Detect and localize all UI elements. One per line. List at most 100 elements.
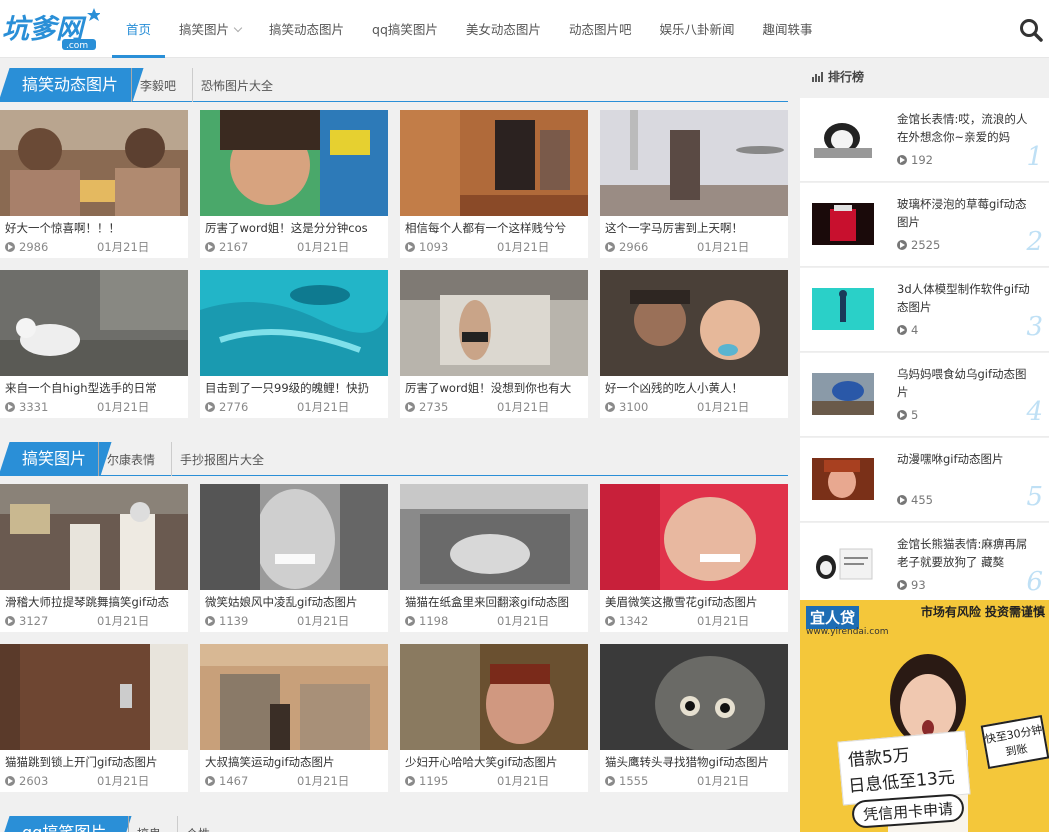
nav-qq-funny[interactable]: qq搞笑图片 xyxy=(358,0,452,58)
gif-card[interactable]: 猫猫在纸盒里来回翻滚gif动态图 1198 01月21日 xyxy=(400,484,588,632)
gif-card[interactable]: 微笑姑娘风中凌乱gif动态图片 1139 01月21日 xyxy=(200,484,388,632)
rank-number: 3 xyxy=(1026,312,1043,342)
play-icon xyxy=(5,616,15,626)
gif-card[interactable]: 好大一个惊喜啊！！！ 2986 01月21日 xyxy=(0,110,188,258)
play-icon xyxy=(405,242,415,252)
nav-gif-bar[interactable]: 动态图片吧 xyxy=(555,0,646,58)
post-date: 01月21日 xyxy=(97,400,150,414)
section-link[interactable]: 恐怖图片大全 xyxy=(192,68,281,102)
rank-title: 乌妈妈喂食幼乌gif动态图片 xyxy=(897,367,1027,399)
chevron-down-icon xyxy=(233,23,243,33)
view-count: 2603 xyxy=(19,774,49,788)
ad-risk-notice: 市场有风险 投资需谨慎 xyxy=(920,605,1045,619)
card-title: 相信每个人都有一个这样贱兮兮 xyxy=(405,221,566,235)
ad-url: www.yirendai.com xyxy=(806,627,889,637)
post-date: 01月21日 xyxy=(697,774,750,788)
card-thumbnail xyxy=(200,644,388,750)
gif-card[interactable]: 少妇开心哈哈大笑gif动态图片 1195 01月21日 xyxy=(400,644,588,792)
play-icon xyxy=(605,776,615,786)
section-title[interactable]: qq搞笑图片 xyxy=(0,816,132,832)
card-title: 大叔搞笑运动gif动态图片 xyxy=(205,755,335,769)
card-title: 这个一字马厉害到上天啊！ xyxy=(605,221,743,235)
nav-funny-pics[interactable]: 搞笑图片 xyxy=(165,0,255,58)
ad-banner[interactable]: 宜人贷 www.yirendai.com 市场有风险 投资需谨慎 快至30分钟到… xyxy=(800,600,1049,832)
section-link[interactable]: 尔康表情 xyxy=(107,442,163,476)
rank-item[interactable]: 金馆长熊猫表情:麻痹再屌老子就要放狗了 藏獒 93 6 xyxy=(800,523,1049,607)
card-thumbnail xyxy=(200,270,388,376)
card-title: 微笑姑娘风中凌乱gif动态图片 xyxy=(205,595,358,609)
card-title: 好大一个惊喜啊！！！ xyxy=(5,221,120,235)
rank-item[interactable]: 动漫嘿咻gif动态图片 455 5 xyxy=(800,438,1049,522)
rank-thumbnail xyxy=(812,458,874,500)
card-thumbnail xyxy=(200,484,388,590)
ad-speed-tag: 快至30分钟到账 xyxy=(980,714,1049,770)
gif-card[interactable]: 猫猫跳到锁上开门gif动态图片 2603 01月21日 xyxy=(0,644,188,792)
card-meta: 2735 01月21日 xyxy=(400,398,588,418)
card-meta: 2986 01月21日 xyxy=(0,238,188,258)
site-logo[interactable]: 坑爹网 .com xyxy=(2,6,101,51)
gif-card[interactable]: 目击到了一只99级的魄鲤！快扔 2776 01月21日 xyxy=(200,270,388,418)
view-count: 2167 xyxy=(219,240,249,254)
play-icon xyxy=(897,240,907,250)
view-count: 3331 xyxy=(19,400,49,414)
view-count: 1198 xyxy=(419,614,449,628)
card-thumbnail xyxy=(200,110,388,216)
rank-views: 2525 xyxy=(897,238,940,252)
rank-item[interactable]: 3d人体模型制作软件gif动态图片 4 3 xyxy=(800,268,1049,352)
rank-views: 455 xyxy=(897,493,933,507)
gif-card[interactable]: 好一个凶残的吃人小黄人！ 3100 01月21日 xyxy=(600,270,788,418)
section-link[interactable]: 李毅吧 xyxy=(140,68,184,102)
section-header: 搞笑动态图片 李毅吧 恐怖图片大全 xyxy=(0,68,788,102)
section-link[interactable]: 个性 xyxy=(177,816,218,832)
section-title[interactable]: 搞笑动态图片 xyxy=(0,68,144,102)
card-title: 猫猫跳到锁上开门gif动态图片 xyxy=(5,755,158,769)
view-count: 1555 xyxy=(619,774,649,788)
rank-item[interactable]: 金馆长表情:哎，流浪的人在外想念你~亲爱的妈 192 1 xyxy=(800,98,1049,182)
card-meta: 3100 01月21日 xyxy=(600,398,788,418)
card-title: 厉害了word姐！没想到你也有大 xyxy=(405,381,572,395)
gif-card[interactable]: 猫头鹰转头寻找猎物gif动态图片 1555 01月21日 xyxy=(600,644,788,792)
card-title: 猫猫在纸盒里来回翻滚gif动态图 xyxy=(405,595,570,609)
rank-item[interactable]: 玻璃杯浸泡的草莓gif动态图片 2525 2 xyxy=(800,183,1049,267)
gif-card[interactable]: 来自一个自high型选手的日常 3331 01月21日 xyxy=(0,270,188,418)
view-count: 2986 xyxy=(19,240,49,254)
rank-views: 4 xyxy=(897,323,918,337)
nav-funny-gifs[interactable]: 搞笑动态图片 xyxy=(255,0,358,58)
post-date: 01月21日 xyxy=(297,614,350,628)
rank-title: 金馆长表情:哎，流浪的人在外想念你~亲爱的妈 xyxy=(897,112,1028,144)
nav-gossip[interactable]: 娱乐八卦新闻 xyxy=(645,0,748,58)
card-meta: 2776 01月21日 xyxy=(200,398,388,418)
play-icon xyxy=(897,580,907,590)
nav-beauty-gifs[interactable]: 美女动态图片 xyxy=(452,0,555,58)
section-title[interactable]: 搞笑图片 xyxy=(0,442,112,476)
rank-number: 6 xyxy=(1026,567,1043,597)
view-count: 2966 xyxy=(619,240,649,254)
gif-card[interactable]: 滑稽大师拉提琴跳舞搞笑gif动态 3127 01月21日 xyxy=(0,484,188,632)
gif-card[interactable]: 美眉微笑这撒雪花gif动态图片 1342 01月21日 xyxy=(600,484,788,632)
view-count: 3127 xyxy=(19,614,49,628)
gif-card[interactable]: 厉害了word姐！没想到你也有大 2735 01月21日 xyxy=(400,270,588,418)
rank-thumbnail xyxy=(812,543,874,585)
gif-card[interactable]: 大叔搞笑运动gif动态图片 1467 01月21日 xyxy=(200,644,388,792)
play-icon xyxy=(897,410,907,420)
section-funny-pics: 搞笑图片 尔康表情 手抄报图片大全 xyxy=(0,442,788,476)
gif-card[interactable]: 这个一字马厉害到上天啊！ 2966 01月21日 xyxy=(600,110,788,258)
card-meta: 2603 01月21日 xyxy=(0,772,188,792)
gif-card[interactable]: 相信每个人都有一个这样贱兮兮 1093 01月21日 xyxy=(400,110,588,258)
post-date: 01月21日 xyxy=(697,400,750,414)
nav-anecdotes[interactable]: 趣闻轶事 xyxy=(748,0,826,58)
play-icon xyxy=(5,776,15,786)
section-links: 搞鬼 个性 xyxy=(128,816,226,832)
gif-card[interactable]: 厉害了word姐！这是分分钟cos 2167 01月21日 xyxy=(200,110,388,258)
play-icon xyxy=(5,242,15,252)
section-link[interactable]: 手抄报图片大全 xyxy=(171,442,272,476)
card-thumbnail xyxy=(0,484,188,590)
section-link[interactable]: 搞鬼 xyxy=(137,816,169,832)
rank-number: 4 xyxy=(1026,397,1043,427)
play-icon xyxy=(205,402,215,412)
rank-item[interactable]: 乌妈妈喂食幼乌gif动态图片 5 4 xyxy=(800,353,1049,437)
rank-thumbnail xyxy=(812,203,874,245)
search-icon[interactable] xyxy=(1019,18,1043,42)
nav-home[interactable]: 首页 xyxy=(112,0,166,58)
ranking-panel: 排行榜 金馆长表情:哎，流浪的人在外想念你~亲爱的妈 192 1 玻璃杯浸泡的草… xyxy=(800,58,1049,607)
